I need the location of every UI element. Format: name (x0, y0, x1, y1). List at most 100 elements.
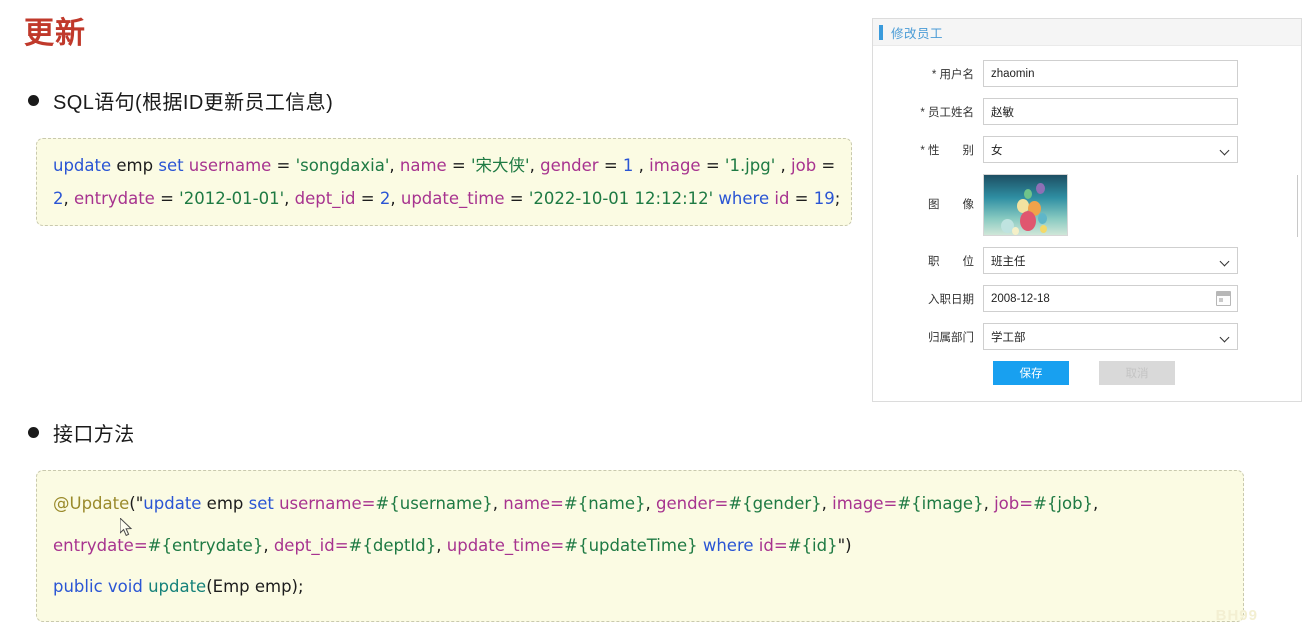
sql-col-deptid: dept_id (294, 188, 356, 208)
api-keyword-set: set (248, 494, 274, 513)
input-username-value: zhaomin (991, 67, 1035, 80)
api-method-signature: (Emp emp); (206, 577, 304, 597)
bullet-dot-icon (28, 95, 39, 106)
api2-comma-2: , (436, 535, 447, 555)
balloon-icon (1020, 211, 1036, 231)
input-entrydate[interactable]: 2008-12-18 (983, 285, 1238, 312)
sql-val-entrydate: '2012-01-01' (179, 188, 285, 208)
sql2-comma-3: , (390, 188, 401, 208)
form-row-employee-name: * 员工姓名 赵敏 (873, 98, 1301, 125)
api-col-name: name= (503, 494, 564, 513)
sql-eq-3: = (598, 156, 623, 175)
sql-col-gender: gender (540, 156, 599, 175)
label-gender: * 性 别 (920, 144, 974, 157)
sql-comma-2: , (529, 156, 541, 175)
api-close-paren: ") (837, 535, 852, 555)
panel-title: 修改员工 (891, 26, 944, 41)
bullet-api-label: 接口方法 (53, 424, 135, 446)
input-username[interactable]: zhaomin (983, 60, 1238, 87)
sql-col-job: job (791, 156, 817, 175)
bullet-dot-icon (28, 427, 39, 438)
label-username: * 用户名 (931, 68, 974, 81)
sql2-eq-1: = (154, 188, 180, 208)
sql-val-job: 2 (53, 188, 64, 208)
api-table-emp: emp (201, 494, 249, 513)
save-button[interactable]: 保存 (993, 361, 1069, 385)
api-code-block: @Update("update emp set username=#{usern… (36, 470, 1244, 622)
api-col-image: image= (832, 494, 898, 513)
sql-val-id: 19 (813, 188, 835, 208)
api-comma-2: , (645, 494, 656, 513)
bullet-api-method: 接口方法 (28, 418, 135, 447)
api-col-updatetime: update_time= (446, 535, 565, 555)
sql-val-updatetime: '2022-10-01 12:12:12' (528, 188, 714, 208)
select-department[interactable]: 学工部 (983, 323, 1238, 350)
sql2-eq-2: = (355, 188, 380, 208)
api-col-job: job= (994, 494, 1034, 513)
api-col-deptid: dept_id= (273, 535, 349, 555)
input-entrydate-value: 2008-12-18 (991, 292, 1050, 305)
sql-keyword-where: where (718, 188, 770, 208)
select-gender[interactable]: 女 (983, 136, 1238, 163)
api-col-entrydate: entrydate= (53, 535, 148, 555)
sql-val-image: '1.jpg' (724, 156, 776, 175)
api-comma-4: , (983, 494, 995, 513)
sql-col-name: name (399, 156, 447, 175)
sql-table-emp: emp (111, 156, 159, 175)
api-comma-3: , (821, 494, 833, 513)
sql2-comma-2: , (284, 188, 295, 208)
balloon-icon (1012, 227, 1019, 235)
sql-val-gender: 1 (622, 156, 634, 175)
label-job: 职 位 (928, 255, 974, 268)
select-department-value: 学工部 (991, 331, 1026, 344)
edit-employee-panel: 修改员工 * 用户名 zhaomin * 员工姓名 赵敏 * 性 别 女 图 像… (872, 18, 1302, 402)
sql2-eq-4: = (789, 188, 814, 208)
select-job-value: 班主任 (991, 255, 1026, 268)
form-row-gender: * 性 别 女 (873, 136, 1301, 163)
api-open-paren: (" (129, 494, 144, 513)
sql-eq-4: = (700, 156, 725, 175)
cancel-button[interactable]: 取消 (1099, 361, 1175, 385)
form-row-department: 归属部门 学工部 (873, 323, 1301, 350)
api-modifiers: public void (53, 577, 149, 597)
sql-eq-1: = (271, 156, 296, 175)
sql-col-image: image (649, 156, 701, 175)
bullet-sql-statement: SQL语句(根据ID更新员工信息) (28, 86, 333, 115)
api-comma-5: , (1093, 494, 1099, 513)
api-param-gender: #{gender} (728, 494, 822, 513)
balloon-icon (1024, 189, 1032, 199)
input-employee-name[interactable]: 赵敏 (983, 98, 1238, 125)
api-param-image: #{image} (897, 494, 984, 513)
sql-col-entrydate: entrydate (74, 188, 155, 208)
select-gender-value: 女 (991, 144, 1003, 157)
sql-semicolon: ; (834, 188, 841, 208)
slide-root: 更新 SQL语句(根据ID更新员工信息) update emp set user… (0, 0, 1310, 638)
api-col-id: id= (753, 535, 788, 555)
page-title: 更新 (24, 17, 86, 50)
sql-val-name: '宋大侠' (471, 156, 530, 175)
api-code-line-1: @Update("update emp set username=#{usern… (53, 491, 1227, 517)
sql-eq-2: = (446, 156, 472, 175)
api2-comma-1: , (263, 535, 274, 555)
form-row-username: * 用户名 zhaomin (873, 60, 1301, 87)
input-employee-name-value: 赵敏 (991, 106, 1014, 119)
sql-comma-1: , (389, 156, 400, 175)
balloon-icon (1038, 213, 1047, 224)
form-row-job: 职 位 班主任 (873, 247, 1301, 274)
select-job[interactable]: 班主任 (983, 247, 1238, 274)
api-code-line-3: public void update(Emp emp); (53, 574, 1227, 600)
sql-val-deptid: 2 (379, 188, 391, 208)
form-body: * 用户名 zhaomin * 员工姓名 赵敏 * 性 别 女 图 像 职 位 … (873, 46, 1301, 385)
form-row-entrydate: 入职日期 2008-12-18 (873, 285, 1301, 312)
avatar-thumbnail[interactable] (983, 174, 1068, 236)
api-param-id: #{id} (787, 535, 838, 555)
api-param-deptid: #{deptId} (348, 535, 437, 555)
calendar-icon[interactable] (1216, 291, 1231, 306)
sql-code-line-1: update emp set username = 'songdaxia', n… (53, 153, 835, 179)
sql-val-username: 'songdaxia' (295, 156, 390, 175)
form-row-image: 图 像 (873, 174, 1301, 236)
sql-code-block: update emp set username = 'songdaxia', n… (36, 138, 852, 226)
api-annotation-update: @Update (53, 494, 130, 513)
sql-code-line-2: 2, entrydate = '2012-01-01', dept_id = 2… (53, 186, 840, 212)
sql-col-username: username (183, 156, 272, 175)
